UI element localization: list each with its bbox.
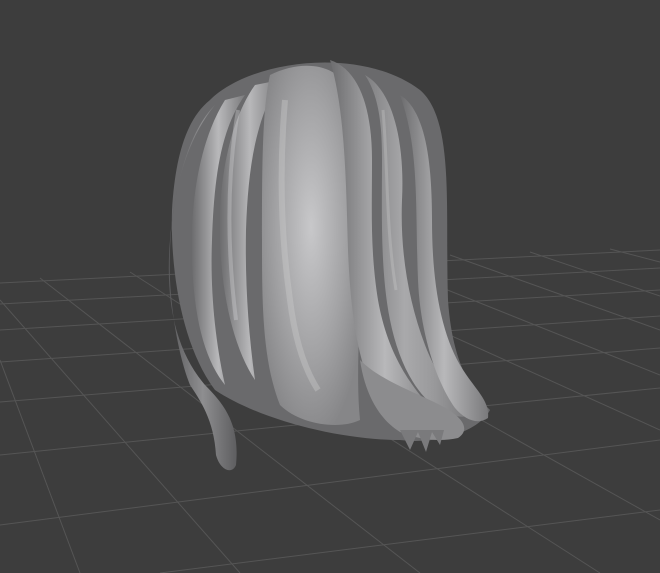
- hair-mesh[interactable]: [168, 60, 490, 471]
- 3d-viewport[interactable]: [0, 0, 660, 573]
